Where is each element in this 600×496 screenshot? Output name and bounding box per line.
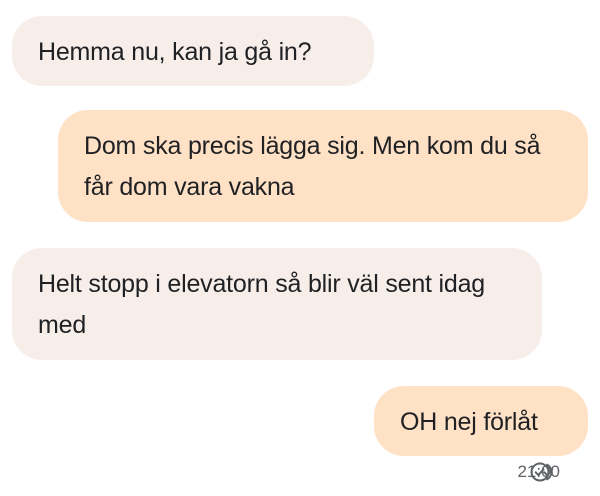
- message-text: Hemma nu, kan ja gå in?: [38, 38, 312, 66]
- message-text: Dom ska precis lägga sig. Men kom du så …: [84, 132, 541, 201]
- read-receipt-icon: [530, 462, 554, 482]
- message-text: OH nej förlåt: [400, 408, 538, 436]
- incoming-message-bubble[interactable]: Hemma nu, kan ja gå in?: [12, 16, 374, 86]
- outgoing-message-bubble[interactable]: Dom ska precis lägga sig. Men kom du så …: [58, 110, 588, 222]
- outgoing-message-bubble[interactable]: OH nej förlåt: [374, 386, 588, 456]
- incoming-message-bubble[interactable]: Helt stopp i elevatorn så blir väl sent …: [12, 248, 542, 360]
- chat-thread: Hemma nu, kan ja gå in? Dom ska precis l…: [0, 0, 600, 496]
- message-text: Helt stopp i elevatorn så blir väl sent …: [38, 270, 485, 339]
